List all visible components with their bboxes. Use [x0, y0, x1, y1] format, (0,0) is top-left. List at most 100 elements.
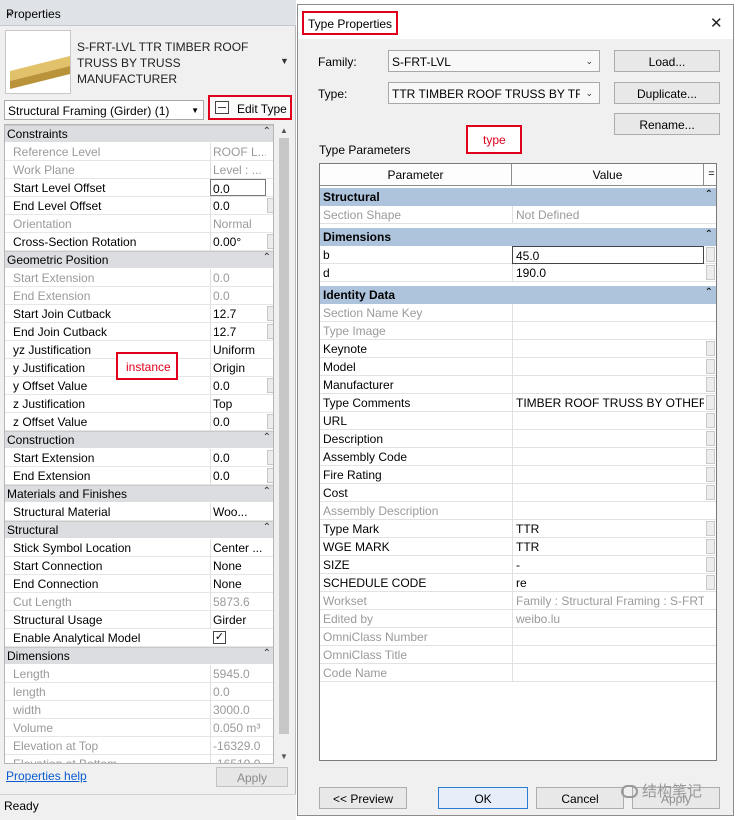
property-row-structural-usage[interactable]: Structural Usage Girder	[5, 611, 273, 629]
collapse-icon[interactable]: ⌃	[705, 189, 713, 200]
property-value[interactable]: 12.7	[210, 305, 266, 323]
associate-parameter-button[interactable]	[706, 247, 715, 262]
scroll-down-icon[interactable]: ▼	[280, 752, 288, 761]
associate-parameter-button[interactable]	[267, 414, 273, 429]
associate-parameter-button[interactable]	[706, 575, 715, 590]
properties-scrollbar[interactable]: ▲ ▼	[277, 124, 291, 764]
associate-parameter-button[interactable]	[267, 324, 273, 339]
type-param-value[interactable]: 45.0	[512, 246, 704, 264]
property-row-cross-section-rotation[interactable]: Cross-Section Rotation 0.00°	[5, 233, 273, 251]
collapse-icon[interactable]: ⌃	[263, 252, 271, 263]
type-param-value[interactable]: TTR	[512, 520, 704, 538]
type-param-value[interactable]	[512, 466, 704, 484]
property-value[interactable]: 0.0	[210, 197, 266, 215]
type-dropdown[interactable]: TTR TIMBER ROOF TRUSS BY TRUSS M ⌄	[388, 82, 600, 104]
type-param-row-url[interactable]: URL	[320, 412, 716, 430]
collapse-icon[interactable]: ⌃	[705, 229, 713, 240]
type-param-value[interactable]	[512, 484, 704, 502]
type-param-row-fire-rating[interactable]: Fire Rating	[320, 466, 716, 484]
associate-parameter-button[interactable]	[267, 468, 273, 483]
associate-parameter-button[interactable]	[706, 557, 715, 572]
category-filter-dropdown[interactable]: Structural Framing (Girder) (1) ▼	[4, 100, 204, 120]
type-param-row-type-comments[interactable]: Type Comments TIMBER ROOF TRUSS BY OTHERS	[320, 394, 716, 412]
close-icon[interactable]: ×	[6, 7, 13, 21]
family-dropdown[interactable]: S-FRT-LVL ⌄	[388, 50, 600, 72]
type-param-row-type-mark[interactable]: Type Mark TTR	[320, 520, 716, 538]
type-param-row-cost[interactable]: Cost	[320, 484, 716, 502]
edit-type-button[interactable]: Edit Type	[208, 95, 292, 120]
property-row-start-join-cutback[interactable]: Start Join Cutback 12.7	[5, 305, 273, 323]
associate-parameter-button[interactable]	[706, 359, 715, 374]
collapse-icon[interactable]: ⌃	[263, 522, 271, 533]
property-row-end-extension[interactable]: End Extension 0.0	[5, 467, 273, 485]
type-param-row-wge-mark[interactable]: WGE MARK TTR	[320, 538, 716, 556]
property-value[interactable]: 0.00°	[210, 233, 266, 251]
type-param-value[interactable]	[512, 430, 704, 448]
property-row-enable-analytical-model[interactable]: Enable Analytical Model ✓	[5, 629, 273, 647]
type-param-row-schedule-code[interactable]: SCHEDULE CODE re	[320, 574, 716, 592]
property-row-end-level-offset[interactable]: End Level Offset 0.0	[5, 197, 273, 215]
collapse-icon[interactable]: ⌃	[263, 648, 271, 659]
type-param-value[interactable]: re	[512, 574, 704, 592]
associate-parameter-button[interactable]	[706, 395, 715, 410]
collapse-icon[interactable]: ⌃	[705, 287, 713, 298]
type-param-row-keynote[interactable]: Keynote	[320, 340, 716, 358]
type-param-value[interactable]: 190.0	[512, 264, 704, 282]
property-value[interactable]: 12.7	[210, 323, 266, 341]
property-row-end-connection[interactable]: End Connection None	[5, 575, 273, 593]
associate-parameter-button[interactable]	[706, 467, 715, 482]
associate-parameter-button[interactable]	[267, 234, 273, 249]
group-header-materials-and-finishes[interactable]: Materials and Finishes ⌃	[5, 485, 273, 502]
associate-parameter-button[interactable]	[706, 265, 715, 280]
scroll-up-icon[interactable]: ▲	[280, 126, 288, 135]
type-group-header-structural[interactable]: Structural ⌃	[320, 188, 716, 206]
type-param-row-assembly-code[interactable]: Assembly Code	[320, 448, 716, 466]
property-row-start-extension[interactable]: Start Extension 0.0	[5, 449, 273, 467]
associate-parameter-button[interactable]	[706, 449, 715, 464]
column-header-formula[interactable]: =	[705, 164, 716, 186]
property-row-start-level-offset[interactable]: Start Level Offset 0.0	[5, 179, 273, 197]
type-param-row-size[interactable]: SIZE -	[320, 556, 716, 574]
close-icon[interactable]: ✕	[710, 14, 723, 32]
group-header-constraints[interactable]: Constraints ⌃	[5, 125, 273, 142]
associate-parameter-button[interactable]	[706, 431, 715, 446]
group-header-structural[interactable]: Structural ⌃	[5, 521, 273, 538]
type-dropdown-icon[interactable]: ▼	[280, 56, 289, 66]
associate-parameter-button[interactable]	[706, 413, 715, 428]
property-value[interactable]: Woo...	[210, 503, 266, 521]
type-param-value[interactable]	[512, 358, 704, 376]
property-value[interactable]: 0.0	[210, 467, 266, 485]
property-value[interactable]: Girder	[210, 611, 266, 629]
associate-parameter-button[interactable]	[267, 450, 273, 465]
collapse-icon[interactable]: ⌃	[263, 432, 271, 443]
property-row-structural-material[interactable]: Structural Material Woo...	[5, 503, 273, 521]
property-row-z-justification[interactable]: z Justification Top	[5, 395, 273, 413]
rename-button[interactable]: Rename...	[614, 113, 720, 135]
property-row-start-connection[interactable]: Start Connection None	[5, 557, 273, 575]
group-header-construction[interactable]: Construction ⌃	[5, 431, 273, 448]
type-selector[interactable]: S-FRT-LVL TTR TIMBER ROOF TRUSS BY TRUSS…	[77, 39, 277, 87]
property-value[interactable]: Origin	[210, 359, 266, 377]
collapse-icon[interactable]: ⌃	[263, 126, 271, 137]
type-param-value[interactable]	[512, 376, 704, 394]
type-param-row-d[interactable]: d 190.0	[320, 264, 716, 282]
associate-parameter-button[interactable]	[267, 378, 273, 393]
group-header-dimensions[interactable]: Dimensions ⌃	[5, 647, 273, 664]
properties-help-link[interactable]: Properties help	[6, 769, 87, 783]
associate-parameter-button[interactable]	[706, 377, 715, 392]
load-button[interactable]: Load...	[614, 50, 720, 72]
property-value[interactable]: 0.0	[210, 179, 266, 196]
group-header-geometric-position[interactable]: Geometric Position ⌃	[5, 251, 273, 268]
type-group-header-identity-data[interactable]: Identity Data ⌃	[320, 286, 716, 304]
property-row-stick-symbol-location[interactable]: Stick Symbol Location Center ...	[5, 539, 273, 557]
associate-parameter-button[interactable]	[706, 485, 715, 500]
property-value[interactable]: None	[210, 557, 266, 575]
collapse-icon[interactable]: ⌃	[263, 486, 271, 497]
type-param-value[interactable]: -	[512, 556, 704, 574]
associate-parameter-button[interactable]	[706, 539, 715, 554]
property-value[interactable]: None	[210, 575, 266, 593]
type-param-value[interactable]: TIMBER ROOF TRUSS BY OTHERS	[512, 394, 704, 412]
associate-parameter-button[interactable]	[706, 521, 715, 536]
type-param-value[interactable]	[512, 340, 704, 358]
type-group-header-dimensions[interactable]: Dimensions ⌃	[320, 228, 716, 246]
